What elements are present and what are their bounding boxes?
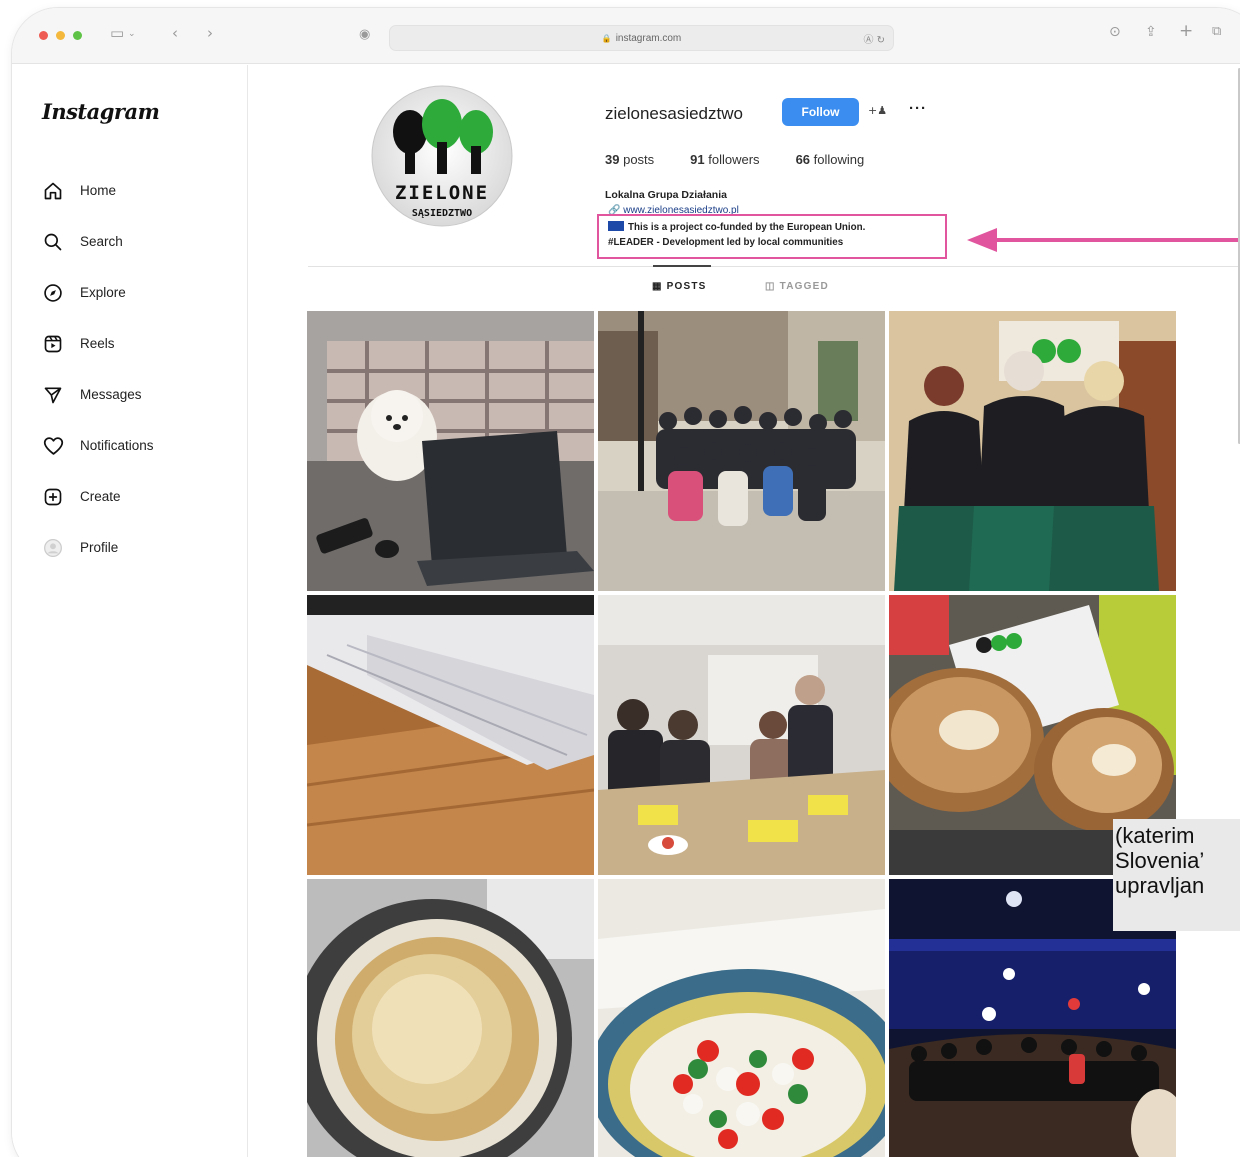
bio-line1-text: This is a project co-funded by the Europ… [628,222,866,233]
profile-tabs-divider [308,266,1240,267]
eu-flag-icon [608,221,624,231]
sidebar-item-home[interactable]: Home [40,165,154,216]
post-thumbnail[interactable] [598,595,885,875]
caption-line: Slovenia’ [1115,848,1205,873]
sidebar-item-label: Reels [80,336,115,351]
more-options-icon[interactable]: ··· [909,100,927,117]
tab-posts[interactable]: ▦ POSTS [652,281,707,292]
sidebar-item-create[interactable]: Create [40,471,154,522]
home-icon [40,178,66,204]
eu-cofunding-highlight-box: This is a project co-funded by the Europ… [597,214,947,259]
sidebar-item-messages[interactable]: Messages [40,369,154,420]
bio-line-leader: #LEADER - Development led by local commu… [608,237,844,248]
sidebar-item-label: Create [80,489,121,504]
sidebar-item-label: Home [80,183,117,198]
messages-icon [40,382,66,408]
tab-posts-label: POSTS [666,281,707,292]
overlay-caption-box: (katerim Slovenia’ upravljan [1113,819,1240,931]
privacy-shield-icon[interactable]: ◉ [359,27,370,42]
lock-icon: 🔒 [601,33,612,43]
posts-label: posts [623,152,655,167]
plus-square-icon [40,484,66,510]
sidebar-item-notifications[interactable]: Notifications [40,420,154,471]
followers-label: followers [708,152,760,167]
sidebar-item-label: Profile [80,540,119,555]
suggested-accounts-icon[interactable]: +♟ [868,104,887,117]
avatar-logo-text: ZIELONE [395,182,489,204]
sidebar-nav: Home Search Explore Reels Messages Notif… [40,165,154,573]
post-thumbnail[interactable] [598,311,885,591]
sidebar-item-profile[interactable]: Profile [40,522,154,573]
posts-grid [307,311,1176,1157]
post-thumbnail[interactable] [307,311,594,591]
search-icon [40,229,66,255]
profile-avatar-icon [40,535,66,561]
following-label: following [813,152,865,167]
translate-reload-icons[interactable]: Ⓐ ↻ [863,31,885,46]
sidebar-item-reels[interactable]: Reels [40,318,154,369]
active-tab-indicator [653,265,711,267]
instagram-logo[interactable]: Instagram [42,99,160,124]
sidebar-item-label: Notifications [80,438,154,453]
sidebar-item-label: Search [80,234,123,249]
share-icon[interactable]: ⇪ [1145,24,1157,40]
bio-line-eu: This is a project co-funded by the Europ… [608,220,938,235]
sidebar-toggle-icon[interactable]: ▭ [110,24,124,42]
post-thumbnail[interactable] [889,311,1176,591]
posts-stat[interactable]: 39 posts [605,152,654,167]
caption-line: (katerim [1115,823,1195,848]
reels-icon [40,331,66,357]
chevron-down-icon[interactable]: ⌄ [128,29,136,39]
sidebar-item-search[interactable]: Search [40,216,154,267]
url-text: instagram.com [615,32,682,44]
followers-count: 91 [690,152,705,167]
close-window-button[interactable] [39,31,48,40]
instagram-sidebar: Instagram Home Search Explore Reels Mess… [12,65,248,1157]
follow-button[interactable]: Follow [782,98,859,126]
sidebar-item-label: Messages [80,387,142,402]
tab-tagged[interactable]: ◫ TAGGED [765,281,829,292]
post-thumbnail[interactable] [307,595,594,875]
highlight-arrow-icon [967,228,1240,252]
tagged-icon: ◫ [765,281,780,292]
bio-name: Lokalna Grupa Działania [605,189,727,201]
tabs-overview-icon[interactable]: ⧉ [1212,24,1221,39]
sidebar-item-label: Explore [80,285,126,300]
browser-toolbar: ▭ ⌄ ‹ › ◉ 🔒 instagram.com Ⓐ ↻ ⊙ ⇪ + ⧉ [12,8,1240,64]
profile-stats: 39 posts 91 followers 66 following [605,152,864,167]
followers-stat[interactable]: 91 followers [690,152,759,167]
browser-window: ▭ ⌄ ‹ › ◉ 🔒 instagram.com Ⓐ ↻ ⊙ ⇪ + ⧉ In… [12,8,1240,1157]
sidebar-item-explore[interactable]: Explore [40,267,154,318]
grid-icon: ▦ [652,281,667,292]
forward-icon[interactable]: › [207,24,213,42]
caption-line: upravljan [1115,873,1205,898]
avatar-logo-subtext: SĄSIEDZTWO [412,208,472,219]
following-count: 66 [795,152,811,167]
post-thumbnail[interactable] [307,879,594,1157]
new-tab-icon[interactable]: + [1179,21,1193,41]
back-icon[interactable]: ‹ [172,24,178,42]
profile-username: zielonesasiedztwo [605,104,743,123]
compass-icon [40,280,66,306]
window-controls [39,31,82,40]
posts-count: 39 [605,152,620,167]
post-thumbnail[interactable] [598,879,885,1157]
address-bar[interactable]: 🔒 instagram.com Ⓐ ↻ [389,25,894,51]
following-stat[interactable]: 66 following [796,152,865,167]
heart-icon [40,433,66,459]
downloads-icon[interactable]: ⊙ [1109,24,1121,40]
zoom-window-button[interactable] [73,31,82,40]
tab-tagged-label: TAGGED [779,281,829,292]
profile-avatar[interactable]: ZIELONE SĄSIEDZTWO [370,84,514,228]
minimize-window-button[interactable] [56,31,65,40]
